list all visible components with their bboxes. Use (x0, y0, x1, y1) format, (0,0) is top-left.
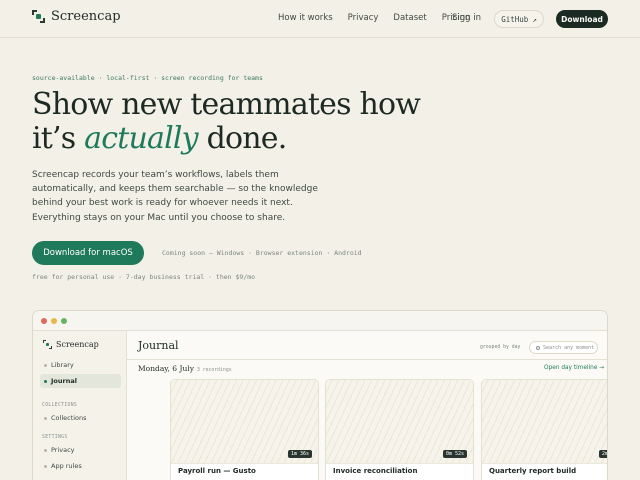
hero-lead: Screencap records your team’s workflows,… (32, 170, 318, 223)
search-placeholder: Search any moment (543, 344, 595, 351)
brand-logo[interactable]: Screencap (32, 9, 121, 24)
app-preview-window: Screencap Library Journal COLLECTIONS Co… (32, 310, 608, 480)
sidebar-item-label: Collections (51, 414, 87, 422)
brand-name: Screencap (51, 9, 121, 24)
app-sidebar: Screencap Library Journal COLLECTIONS Co… (33, 331, 127, 480)
sidebar-item-library[interactable]: Library (40, 358, 121, 372)
sidebar-item-label: App rules (51, 462, 82, 470)
sidebar-item-label: Privacy (51, 446, 75, 454)
divider (127, 359, 607, 360)
recording-card[interactable]: 0m 52s Invoice reconciliation (325, 379, 474, 480)
coming-soon-note: Coming soon — Windows · Browser extensio… (162, 249, 362, 257)
github-button[interactable]: GitHub ↗ (494, 10, 544, 28)
external-arrow-icon: ↗ (532, 14, 537, 24)
download-button[interactable]: Download (556, 10, 608, 28)
headline-emphasis: actually (84, 121, 199, 156)
headline-line-1: Show new teammates how (32, 87, 421, 122)
search-input[interactable]: Search any moment (529, 341, 598, 354)
bullet-icon (44, 379, 47, 383)
journal-title: Journal (138, 339, 179, 352)
sidebar-heading-settings: SETTINGS (42, 435, 68, 440)
sidebar-brand-name: Screencap (56, 340, 99, 349)
sidebar-item-label: Journal (51, 377, 77, 385)
sidebar-heading-collections: COLLECTIONS (42, 403, 78, 408)
recording-thumbnail (482, 380, 607, 464)
github-label: GitHub (501, 14, 529, 24)
sidebar-item-journal[interactable]: Journal (40, 374, 121, 388)
day-date: Monday, 6 July (138, 364, 194, 373)
duration-badge: 0m 52s (442, 450, 467, 458)
headline-prefix: it’s (32, 121, 85, 156)
nav-link-how-it-works[interactable]: How it works (278, 13, 333, 23)
sidebar-item-privacy[interactable]: Privacy (40, 443, 121, 457)
bullet-icon (44, 448, 47, 452)
recording-card[interactable]: 1m 36s Payroll run — Gusto (170, 379, 319, 480)
hero-eyebrow: source-available · local-first · screen … (32, 74, 263, 82)
sidebar-item-label: Library (51, 361, 74, 369)
sidebar-brand: Screencap (43, 340, 99, 349)
duration-badge: 1m 36s (287, 450, 312, 458)
headline-suffix: done. (197, 121, 288, 156)
open-day-timeline-link[interactable]: Open day timeline → (544, 365, 604, 371)
recordings-count: 3 recordings (196, 368, 232, 373)
screencap-logo-icon (43, 340, 52, 349)
download-macos-button[interactable]: Download for macOS (32, 241, 144, 265)
day-heading: Monday, 6 July 3 recordings (138, 364, 232, 373)
nav-link-privacy[interactable]: Privacy (348, 13, 379, 23)
close-dot-icon (41, 317, 47, 324)
recording-title: Payroll run — Gusto (178, 467, 256, 475)
grouped-by-label[interactable]: grouped by day (480, 345, 520, 350)
minimize-dot-icon (51, 317, 57, 324)
bullet-icon (44, 416, 47, 420)
sidebar-item-app-rules[interactable]: App rules (40, 459, 121, 473)
search-icon (536, 345, 540, 350)
recording-title: Quarterly report build (489, 467, 577, 475)
sign-in-link[interactable]: Sign in (452, 13, 481, 23)
window-titlebar (33, 311, 607, 331)
hero-headline: Show new teammates how it’s actually don… (32, 87, 421, 156)
screencap-logo-icon (32, 10, 45, 23)
headline-line-2: it’s actually done. (32, 122, 420, 156)
pricing-note: free for personal use · 7-day business t… (32, 273, 256, 281)
recording-title: Invoice reconciliation (333, 467, 418, 475)
duration-badge: 2m 13s (598, 450, 607, 458)
bullet-icon (44, 363, 47, 367)
nav-link-dataset[interactable]: Dataset (393, 13, 426, 23)
bullet-icon (44, 464, 47, 468)
sidebar-item-collections[interactable]: Collections (40, 411, 121, 425)
zoom-dot-icon (61, 317, 67, 324)
journal-main: Journal grouped by day Search any moment… (127, 331, 607, 480)
recording-card[interactable]: 2m 13s Quarterly report build (481, 379, 607, 480)
top-nav: Screencap How it works Privacy Dataset P… (0, 0, 640, 38)
